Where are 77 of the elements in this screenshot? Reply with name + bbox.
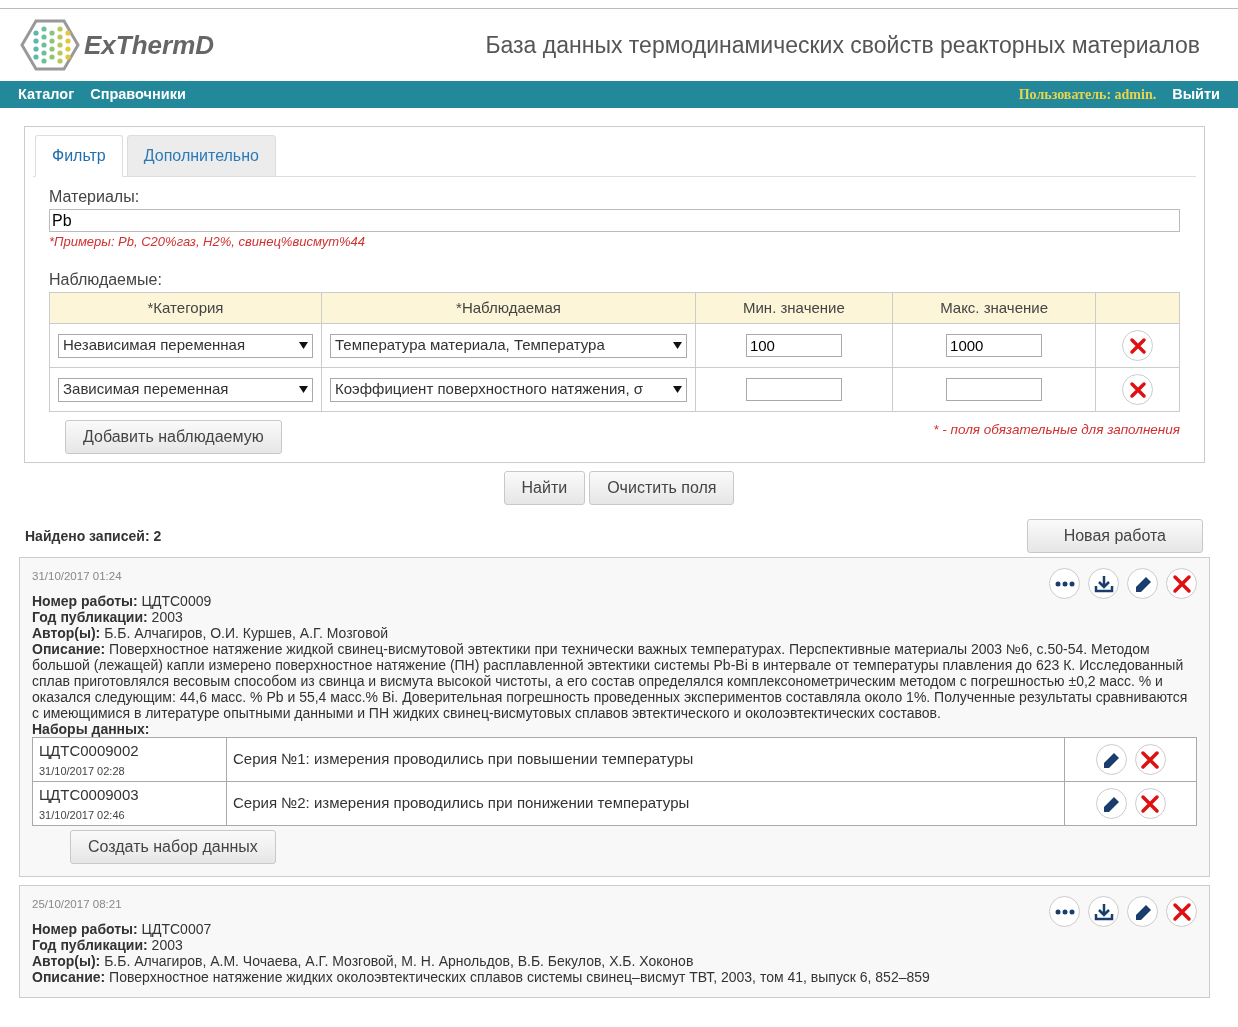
download-button[interactable] bbox=[1088, 896, 1119, 927]
materials-label: Материалы: bbox=[49, 187, 141, 207]
close-icon bbox=[1128, 380, 1147, 399]
work-field: Описание: Поверхностное натяжение жидких околоэвтектических сплавов системы свинец–висмут ТВТ, 2003, том 41, выпуск 6, 852–859 bbox=[32, 969, 1197, 985]
work-field: Описание: Поверхностное натяжение жидкой свинец-висмутовой эвтектики при технически важных температурах. Перспективные материалы 2003 №6, с.50-54. Методом большой (лежащей) капли измерено поверхностное натяжение (ПН) расплавленной эвтектики системы Pb-Bi в интервале от температуры плавления до 623 К. Исследованный сплав приготовлялся весовым способом из свинца и висмута высокой чистоты, а его состав определялся комплексонометрическим методом с погрешностью ±0,2 масс. % и оказался следующим: 44,6 масс. % Pb и 55,4 масс.% Bi. Доверительная погрешность проведенных экспериментов составляла около 1%. Полученные результаты сравниваются с имеющимися в литературе опытными данными и ПН жидких свинец-висмутовых сплавов эвтектического и околоэвтектических составов. bbox=[32, 641, 1197, 721]
dataset-code: ЦДТС0009003 bbox=[39, 785, 140, 805]
select-field[interactable]: Зависимая переменная bbox=[58, 377, 313, 402]
delete-button[interactable] bbox=[1122, 330, 1154, 361]
materials-field[interactable]: Pb bbox=[49, 209, 1180, 232]
work-date: 25/10/2017 08:21 bbox=[32, 897, 122, 912]
dataset-code: ЦДТС0009002 bbox=[39, 741, 140, 761]
close-icon bbox=[1170, 901, 1193, 922]
required-note: * - поля обязательные для заполнения bbox=[933, 421, 1180, 439]
action-button[interactable]: Найти bbox=[503, 471, 586, 505]
action-button[interactable]: Очистить поля bbox=[589, 471, 735, 505]
work-field: Год публикации: 2003 bbox=[32, 609, 1197, 625]
work-field: Номер работы: ЦДТС0007 bbox=[32, 921, 1197, 937]
edit-button[interactable] bbox=[1127, 568, 1158, 599]
value-field[interactable]: 100 bbox=[745, 334, 842, 357]
more-icon bbox=[1054, 908, 1075, 915]
column-header: Макс. значение bbox=[892, 292, 1096, 324]
work-field: Автор(ы): Б.Б. Алчагиров, О.И. Куршев, А.Г. Мозговой bbox=[32, 625, 1197, 641]
caret-icon bbox=[299, 386, 308, 393]
edit-button[interactable] bbox=[1127, 896, 1158, 927]
tab[interactable]: Фильтр bbox=[35, 135, 123, 177]
close-icon bbox=[1139, 793, 1161, 814]
value-field[interactable]: 1000 bbox=[946, 334, 1043, 357]
nav-link[interactable]: Каталог bbox=[18, 83, 75, 106]
more-icon bbox=[1054, 580, 1075, 587]
value-field[interactable] bbox=[745, 378, 842, 401]
column-header: *Наблюдаемая bbox=[321, 292, 696, 324]
download-button[interactable] bbox=[1088, 568, 1119, 599]
logo-text: ExThermD bbox=[84, 28, 215, 62]
select-field[interactable]: Температура материала, Температура bbox=[330, 333, 687, 358]
work-field: Год публикации: 2003 bbox=[32, 937, 1197, 953]
user-label: Пользователь: admin. bbox=[1018, 86, 1157, 104]
dataset-date: 31/10/2017 02:28 bbox=[39, 763, 126, 779]
delete-button[interactable] bbox=[1166, 896, 1197, 927]
delete-button[interactable] bbox=[1166, 568, 1197, 599]
dataset-title: Серия №2: измерения проводились при понижении температуры bbox=[226, 781, 1065, 826]
delete-button[interactable] bbox=[1134, 788, 1166, 819]
caret-icon bbox=[299, 342, 308, 349]
dataset-title: Серия №1: измерения проводились при повышении температуры bbox=[226, 737, 1065, 782]
examples-hint: *Примеры: Pb, C20%газ, H2%, свинец%висмут%44 bbox=[49, 233, 367, 251]
column-header: Мин. значение bbox=[695, 292, 893, 324]
nav-link[interactable]: Справочники bbox=[90, 83, 186, 106]
close-icon bbox=[1139, 749, 1161, 770]
new-work-button[interactable]: Новая работа bbox=[1026, 519, 1203, 553]
column-header: *Категория bbox=[49, 292, 322, 324]
records-count: Найдено записей: 2 bbox=[25, 526, 162, 546]
create-dataset-button[interactable]: Создать набор данных bbox=[70, 830, 276, 864]
close-icon bbox=[1128, 336, 1147, 355]
caret-icon bbox=[673, 342, 682, 349]
datasets-label: Наборы данных: bbox=[32, 721, 151, 737]
observables-label: Наблюдаемые: bbox=[49, 269, 163, 290]
caret-icon bbox=[673, 386, 682, 393]
value-field[interactable] bbox=[946, 378, 1043, 401]
download-icon bbox=[1092, 901, 1115, 922]
more-button[interactable] bbox=[1049, 896, 1080, 927]
add-observable-button[interactable]: Добавить наблюдаемую bbox=[65, 420, 282, 454]
delete-button[interactable] bbox=[1122, 374, 1154, 405]
edit-button[interactable] bbox=[1095, 788, 1127, 819]
logo-icon bbox=[20, 19, 80, 71]
select-field[interactable]: Независимая переменная bbox=[58, 333, 313, 358]
select-field[interactable]: Коэффициент поверхностного натяжения, σ bbox=[330, 377, 687, 402]
close-icon bbox=[1170, 573, 1193, 594]
more-button[interactable] bbox=[1049, 568, 1080, 599]
work-date: 31/10/2017 01:24 bbox=[32, 569, 122, 584]
delete-button[interactable] bbox=[1134, 744, 1166, 775]
site-title: База данных термодинамических свойств реакторных материалов bbox=[485, 30, 1200, 60]
dataset-date: 31/10/2017 02:46 bbox=[39, 807, 126, 823]
work-field: Номер работы: ЦДТС0009 bbox=[32, 593, 1197, 609]
download-icon bbox=[1092, 573, 1115, 594]
edit-button[interactable] bbox=[1095, 744, 1127, 775]
logout-link[interactable]: Выйти bbox=[1172, 83, 1220, 106]
work-field: Автор(ы): Б.Б. Алчагиров, А.М. Чочаева, А.Г. Мозговой, М. Н. Арнольдов, В.Б. Бекулов, Х.Б. Хоконов bbox=[32, 953, 1197, 969]
tab[interactable]: Дополнительно bbox=[126, 135, 276, 177]
